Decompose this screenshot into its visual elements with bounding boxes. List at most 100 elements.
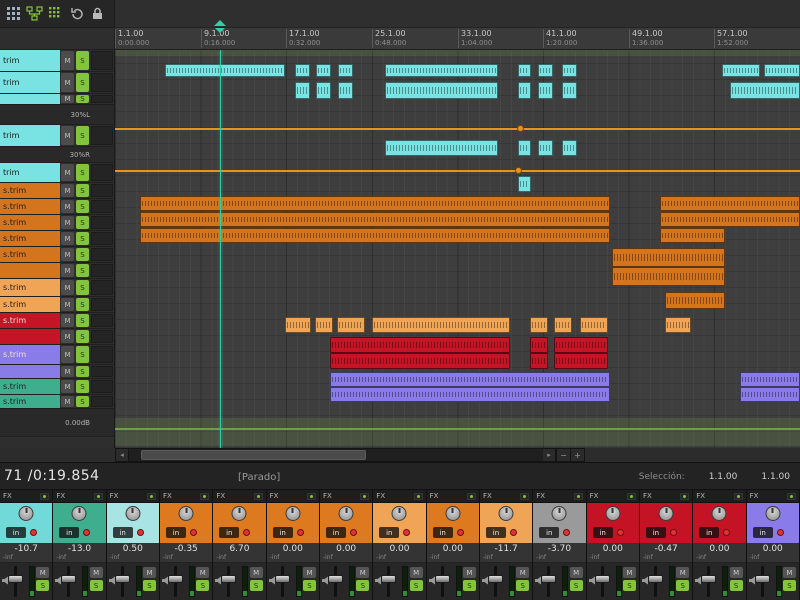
record-arm-button[interactable]	[350, 529, 357, 536]
solo-button[interactable]: S	[76, 298, 89, 311]
mixer-solo-button[interactable]: S	[676, 580, 689, 591]
media-item[interactable]	[530, 317, 548, 333]
mute-button[interactable]: M	[61, 330, 74, 343]
solo-button[interactable]: S	[76, 51, 89, 70]
mixer-mute-button[interactable]: M	[90, 567, 103, 578]
envelope-point[interactable]	[517, 125, 524, 132]
media-item[interactable]	[764, 64, 800, 77]
envelope-line[interactable]	[115, 128, 800, 130]
pan-knob[interactable]	[19, 506, 34, 521]
record-arm-button[interactable]	[83, 529, 90, 536]
media-item[interactable]	[538, 140, 553, 156]
track-name[interactable]: s.trim	[0, 215, 60, 230]
mute-button[interactable]: M	[61, 380, 74, 393]
media-item[interactable]	[140, 196, 610, 211]
media-item[interactable]	[660, 212, 800, 227]
media-item[interactable]	[554, 353, 608, 369]
grid-icon[interactable]	[4, 5, 22, 23]
edit-cursor-marker-icon[interactable]	[215, 28, 225, 38]
solo-button[interactable]: S	[76, 95, 89, 103]
record-arm-button[interactable]	[510, 529, 517, 536]
lock-icon[interactable]	[88, 5, 106, 23]
media-item[interactable]	[330, 337, 510, 353]
solo-button[interactable]: S	[76, 280, 89, 295]
media-item[interactable]	[530, 337, 548, 353]
arrange-area[interactable]	[115, 50, 800, 448]
media-item[interactable]	[285, 317, 311, 333]
solo-button[interactable]: S	[76, 346, 89, 363]
fx-slot[interactable]: FX	[480, 490, 532, 503]
track-name[interactable]: s.trim	[0, 183, 60, 198]
mixer-mute-button[interactable]: M	[570, 567, 583, 578]
media-item[interactable]	[665, 317, 691, 333]
media-item[interactable]	[740, 387, 800, 402]
fx-slot[interactable]: FX	[640, 490, 692, 503]
track-name[interactable]: s.trim	[0, 247, 60, 262]
track-name[interactable]: s.trim	[0, 231, 60, 246]
fader-handle[interactable]	[595, 575, 610, 583]
media-item[interactable]	[538, 64, 553, 77]
media-item[interactable]	[385, 82, 498, 99]
fx-slot[interactable]: FX	[587, 490, 639, 503]
track-name[interactable]: trim	[0, 50, 60, 71]
mixer-mute-button[interactable]: M	[143, 567, 156, 578]
fader-handle[interactable]	[488, 575, 503, 583]
solo-button[interactable]: S	[76, 396, 89, 407]
pan-knob[interactable]	[179, 506, 194, 521]
media-item[interactable]	[316, 64, 331, 77]
media-item[interactable]	[518, 82, 531, 99]
input-button[interactable]: in	[326, 527, 346, 538]
pan-knob[interactable]	[659, 506, 674, 521]
fx-slot[interactable]: FX	[107, 490, 159, 503]
input-button[interactable]: in	[273, 527, 293, 538]
mute-button[interactable]: M	[61, 200, 74, 213]
mixer-mute-button[interactable]: M	[516, 567, 529, 578]
solo-button[interactable]: S	[76, 330, 89, 343]
scroll-track[interactable]	[129, 449, 543, 461]
pan-knob[interactable]	[72, 506, 87, 521]
mixer-solo-button[interactable]: S	[143, 580, 156, 591]
transport-position[interactable]: 71 /0:19.854	[4, 468, 100, 484]
record-arm-button[interactable]	[137, 529, 144, 536]
track-name[interactable]	[0, 329, 60, 344]
selection-end[interactable]: 1.1.00	[761, 472, 790, 482]
pan-knob[interactable]	[125, 506, 140, 521]
horizontal-scrollbar[interactable]: ◂ ▸ − +	[115, 448, 585, 462]
fader-handle[interactable]	[435, 575, 450, 583]
input-button[interactable]: in	[539, 527, 559, 538]
media-item[interactable]	[316, 82, 331, 99]
mixer-mute-button[interactable]: M	[356, 567, 369, 578]
scroll-left-button[interactable]: ◂	[116, 449, 129, 461]
media-item[interactable]	[554, 337, 608, 353]
mixer-solo-button[interactable]: S	[356, 580, 369, 591]
media-item[interactable]	[330, 387, 610, 402]
zoom-in-button[interactable]: +	[570, 449, 584, 461]
fx-slot[interactable]: FX	[267, 490, 319, 503]
fx-slot[interactable]: FX	[693, 490, 745, 503]
track-name[interactable]: s.trim	[0, 297, 60, 312]
media-item[interactable]	[315, 317, 333, 333]
mute-button[interactable]: M	[61, 232, 74, 245]
fx-slot[interactable]: FX	[533, 490, 585, 503]
media-item[interactable]	[530, 353, 548, 369]
input-button[interactable]: in	[6, 527, 26, 538]
media-item[interactable]	[740, 372, 800, 387]
fx-slot[interactable]: FX	[0, 490, 52, 503]
input-button[interactable]: in	[486, 527, 506, 538]
ruler-tick[interactable]: 57.1.001:52.000	[714, 29, 748, 48]
media-item[interactable]	[665, 292, 725, 309]
fader-handle[interactable]	[328, 575, 343, 583]
fader-handle[interactable]	[221, 575, 236, 583]
fx-slot[interactable]: FX	[213, 490, 265, 503]
pan-knob[interactable]	[445, 506, 460, 521]
solo-button[interactable]: S	[76, 314, 89, 327]
pan-knob[interactable]	[712, 506, 727, 521]
track-name[interactable]: trim	[0, 125, 60, 146]
record-arm-button[interactable]	[457, 529, 464, 536]
mixer-solo-button[interactable]: S	[410, 580, 423, 591]
fader-handle[interactable]	[61, 575, 76, 583]
mute-button[interactable]: M	[61, 314, 74, 327]
mixer-mute-button[interactable]: M	[676, 567, 689, 578]
mixer-mute-button[interactable]: M	[730, 567, 743, 578]
mixer-solo-button[interactable]: S	[90, 580, 103, 591]
